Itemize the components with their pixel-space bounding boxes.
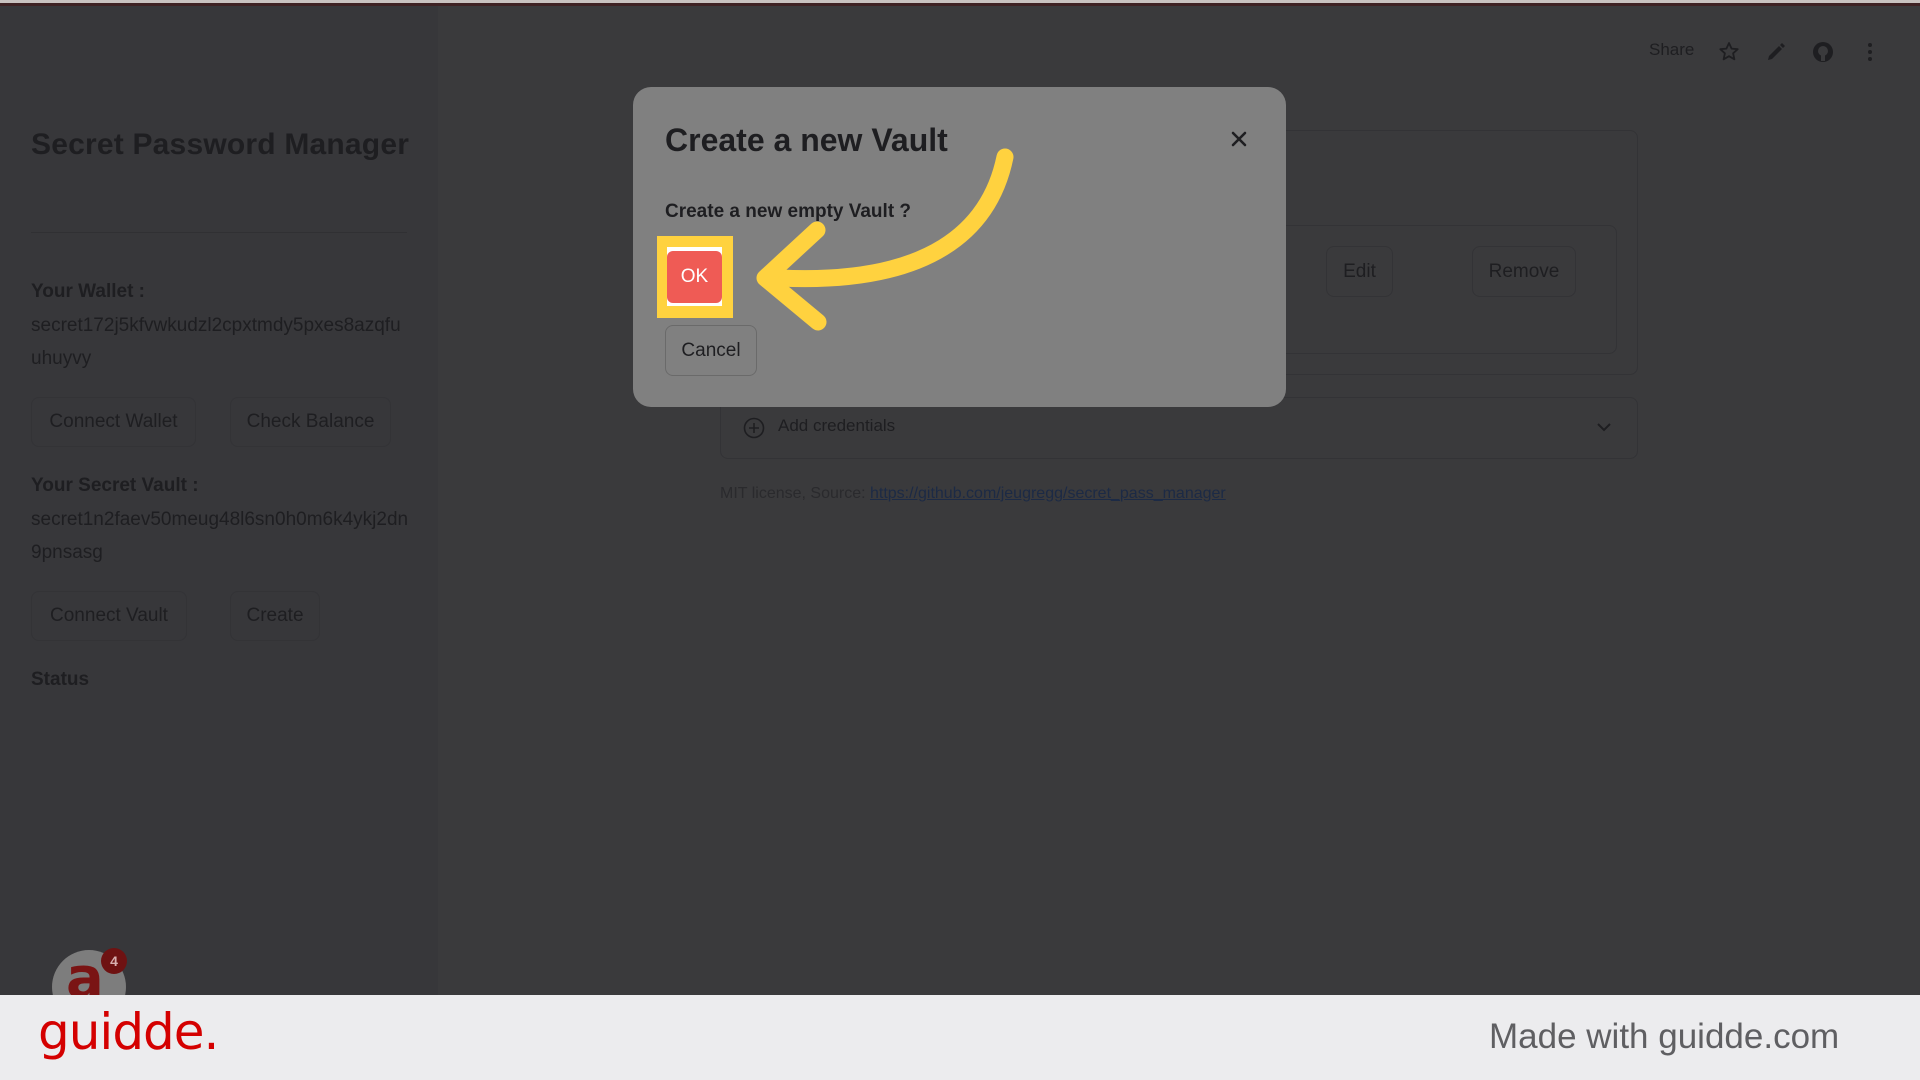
source-link[interactable]: https://github.com/jeugregg/secret_pass_… [870, 485, 1226, 502]
license-text: MIT license, Source: https://github.com/… [720, 485, 1226, 503]
plus-circle-icon [743, 417, 765, 439]
cancel-button[interactable]: Cancel [665, 325, 757, 376]
star-icon[interactable] [1717, 40, 1741, 64]
vault-label: Your Secret Vault : [31, 475, 199, 496]
pencil-icon[interactable] [1764, 40, 1788, 64]
remove-button[interactable]: Remove [1472, 246, 1576, 297]
wallet-address: secret172j5kfvwkudzl2cpxtmdy5pxes8azqfuu… [31, 315, 401, 369]
edit-button[interactable]: Edit [1326, 246, 1393, 297]
kebab-menu-icon[interactable] [1858, 40, 1882, 64]
wallet-label: Your Wallet : [31, 281, 145, 302]
modal-message: Create a new empty Vault ? [665, 201, 912, 222]
check-balance-button[interactable]: Check Balance [230, 397, 391, 447]
app-title: Secret Password Manager [31, 128, 410, 161]
sidebar-divider [31, 232, 407, 233]
github-icon[interactable] [1811, 40, 1835, 64]
close-icon[interactable] [1228, 128, 1250, 150]
status-label: Status [31, 669, 90, 690]
connect-wallet-button[interactable]: Connect Wallet [31, 397, 196, 447]
share-button[interactable]: Share [1649, 40, 1694, 60]
vault-address: secret1n2faev50meug48l6sn0h0m6k4ykj2dn9p… [31, 509, 409, 563]
create-vault-button[interactable]: Create [230, 591, 320, 641]
connect-vault-button[interactable]: Connect Vault [31, 591, 187, 641]
modal-title: Create a new Vault [665, 122, 948, 158]
add-credentials-label: Add credentials [778, 416, 896, 435]
chevron-down-icon[interactable] [1596, 420, 1612, 434]
guidde-logo: guidde. [38, 1003, 219, 1061]
license-prefix: MIT license, Source: [720, 485, 870, 502]
notification-badge: 4 [101, 948, 127, 974]
ok-button[interactable]: OK [667, 251, 722, 303]
made-with-text: Made with guidde.com [1489, 1017, 1840, 1056]
